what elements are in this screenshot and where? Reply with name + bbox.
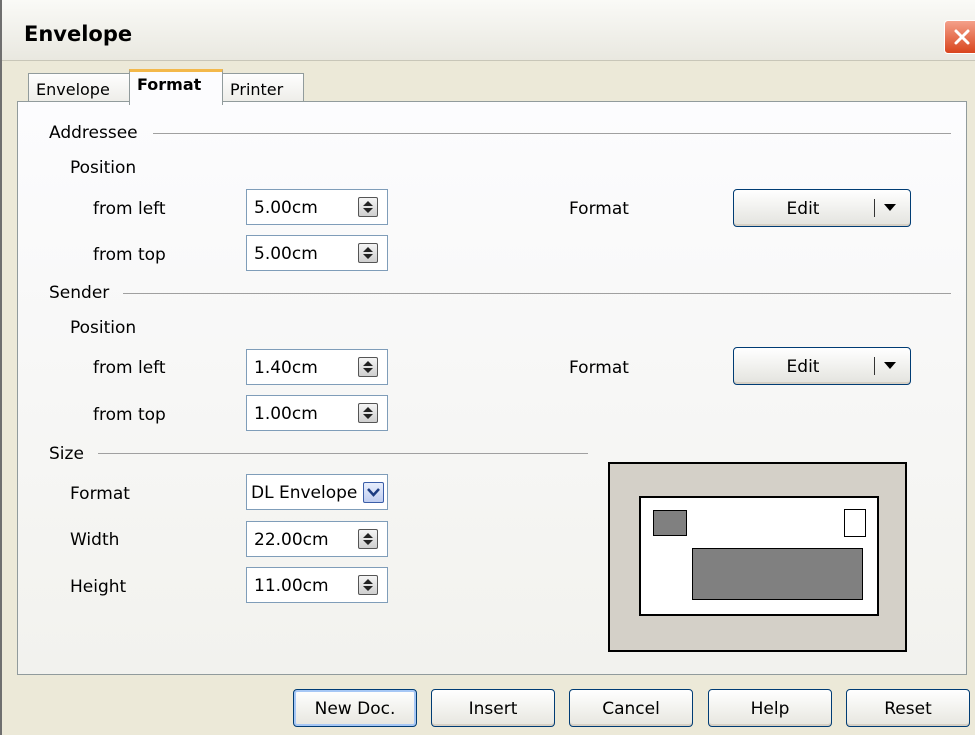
sender-edit-button[interactable]: Edit (733, 347, 911, 385)
addressee-from-top-field[interactable]: 5.00cm (246, 235, 388, 271)
sender-block-preview (653, 510, 687, 536)
size-format-select[interactable]: DL Envelope (246, 474, 388, 510)
size-format-value: DL Envelope (251, 483, 358, 503)
spinner-icon[interactable] (358, 197, 378, 217)
size-format-label: Format (70, 484, 130, 504)
envelope-dialog: Envelope Envelope Format Printer Address… (0, 0, 975, 735)
reset-button[interactable]: Reset (846, 689, 970, 727)
sender-from-left-value: 1.40cm (254, 358, 318, 378)
new-doc-label: New Doc. (314, 699, 396, 719)
size-separator (98, 453, 588, 454)
new-doc-button[interactable]: New Doc. (293, 689, 417, 727)
spinner-icon[interactable] (358, 529, 378, 549)
envelope-shape (639, 496, 879, 616)
envelope-preview (608, 462, 907, 652)
size-height-label: Height (70, 577, 127, 597)
insert-button[interactable]: Insert (431, 689, 555, 727)
sender-from-top-label: from top (93, 405, 166, 425)
stamp-preview (844, 509, 866, 537)
sender-edit-label: Edit (786, 357, 820, 377)
dropdown-arrow-icon (884, 362, 896, 369)
tab-format[interactable]: Format (129, 69, 223, 105)
dialog-title: Envelope (24, 22, 133, 46)
close-icon (954, 29, 970, 45)
addressee-format-label: Format (569, 199, 629, 219)
size-width-field[interactable]: 22.00cm (246, 521, 388, 557)
sender-position-label: Position (70, 318, 137, 338)
sender-format-label: Format (569, 358, 629, 378)
addressee-position-label: Position (70, 158, 137, 178)
sender-from-top-value: 1.00cm (254, 404, 318, 424)
addressee-edit-label: Edit (786, 199, 820, 219)
reset-label: Reset (884, 699, 932, 719)
sender-from-left-field[interactable]: 1.40cm (246, 349, 388, 385)
tab-format-label: Format (137, 75, 202, 94)
help-label: Help (750, 699, 790, 719)
close-button[interactable] (944, 20, 975, 54)
addressee-block-preview (692, 548, 863, 600)
format-tab-panel: Addressee Position from left 5.00cm from… (17, 101, 967, 675)
sender-from-top-field[interactable]: 1.00cm (246, 395, 388, 431)
addressee-from-left-label: from left (93, 199, 166, 219)
cancel-label: Cancel (602, 699, 660, 719)
size-width-value: 22.00cm (254, 530, 329, 550)
tab-printer-label: Printer (230, 80, 284, 99)
addressee-edit-button[interactable]: Edit (733, 189, 911, 227)
help-button[interactable]: Help (708, 689, 832, 727)
sender-separator (123, 293, 951, 294)
addressee-from-top-label: from top (93, 245, 166, 265)
sender-from-left-label: from left (93, 358, 166, 378)
size-width-label: Width (70, 530, 120, 550)
size-heading: Size (49, 444, 84, 464)
spinner-icon[interactable] (358, 357, 378, 377)
addressee-from-left-field[interactable]: 5.00cm (246, 189, 388, 225)
spinner-icon[interactable] (358, 403, 378, 423)
spinner-icon[interactable] (358, 575, 378, 595)
addressee-separator (153, 133, 951, 134)
addressee-from-top-value: 5.00cm (254, 244, 318, 264)
chevron-down-icon[interactable] (363, 482, 384, 503)
addressee-heading: Addressee (49, 123, 138, 143)
insert-label: Insert (468, 699, 518, 719)
spinner-icon[interactable] (358, 243, 378, 263)
tab-envelope-label: Envelope (36, 80, 110, 99)
size-height-field[interactable]: 11.00cm (246, 567, 388, 603)
title-bar: Envelope (2, 0, 975, 61)
addressee-from-left-value: 5.00cm (254, 198, 318, 218)
cancel-button[interactable]: Cancel (569, 689, 693, 727)
sender-heading: Sender (49, 283, 110, 303)
dropdown-arrow-icon (884, 204, 896, 211)
size-height-value: 11.00cm (254, 576, 329, 596)
